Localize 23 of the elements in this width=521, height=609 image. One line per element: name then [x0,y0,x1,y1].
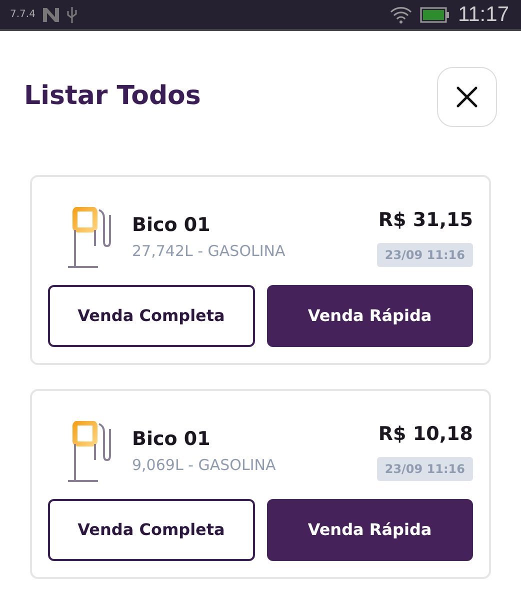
price-text: R$ 10,18 [378,422,473,447]
close-button[interactable] [437,67,497,127]
date-badge: 23/09 11:16 [376,456,473,480]
quick-sale-button[interactable]: Venda Rápida [266,285,473,347]
nozzle-name: Bico 01 [132,427,212,452]
close-icon [455,85,479,109]
n-logo-icon [43,8,60,22]
version-text: 7.7.4 [10,8,36,22]
fuel-detail: 27,742L - GASOLINA [132,240,286,262]
quick-sale-button[interactable]: Venda Rápida [266,499,473,561]
fuel-pump-icon [68,207,114,269]
full-sale-button[interactable]: Venda Completa [48,285,254,347]
clock-text: 11:17 [458,2,509,28]
battery-icon [420,6,450,22]
wifi-icon [390,6,412,24]
usb-icon [67,6,78,22]
price-text: R$ 31,15 [378,208,473,233]
full-sale-button[interactable]: Venda Completa [48,499,254,561]
nozzle-name: Bico 01 [132,213,212,238]
page-title: Listar Todos [24,81,201,113]
date-badge: 23/09 11:16 [376,242,473,266]
fuel-detail: 9,069L - GASOLINA [132,454,276,476]
fuel-pump-icon [68,421,114,483]
